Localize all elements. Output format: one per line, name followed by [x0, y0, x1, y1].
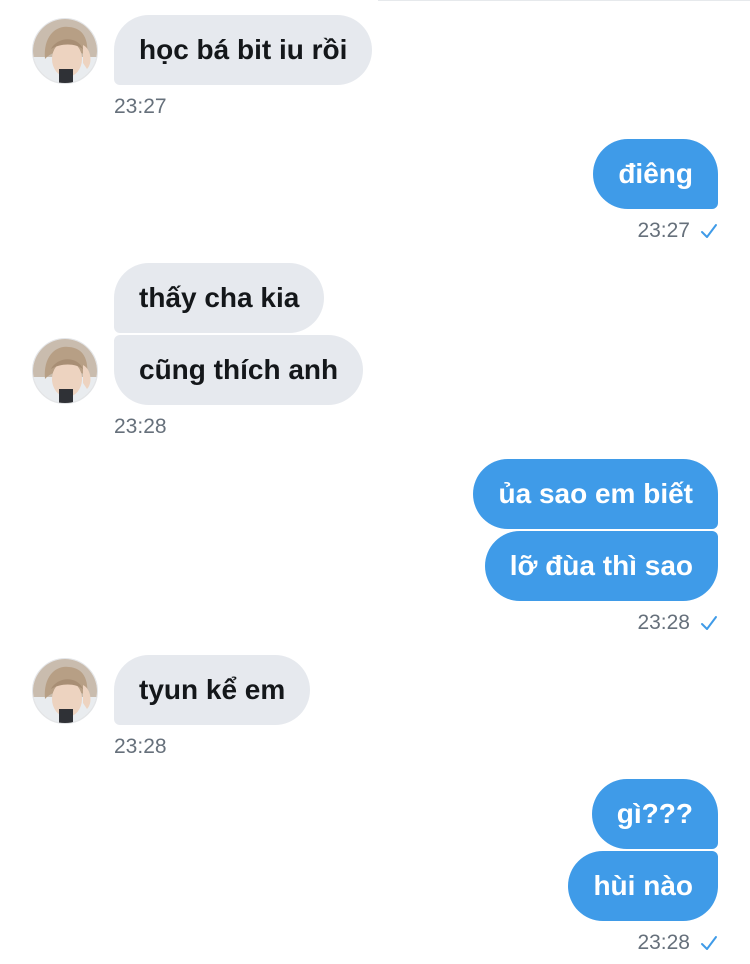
message-text: gì???: [616, 798, 693, 829]
message-timestamp: 23:28: [637, 931, 690, 954]
message-text: thấy cha kia: [139, 282, 300, 313]
message-status: 23:28: [637, 611, 718, 635]
contact-avatar[interactable]: [32, 658, 98, 724]
check-icon: [701, 616, 717, 630]
message-bubble-outgoing[interactable]: gì???: [591, 779, 718, 849]
message-text: điêng: [618, 158, 693, 189]
check-icon: [701, 224, 717, 238]
avatar-image: [33, 19, 97, 83]
message-bubble-incoming[interactable]: cũng thích anh: [114, 335, 364, 405]
message-text: tyun kể em: [139, 674, 286, 705]
message-timestamp: 23:28: [114, 415, 167, 438]
message-timestamp: 23:27: [637, 219, 690, 242]
message-bubble-outgoing[interactable]: hùi nào: [568, 851, 718, 921]
check-icon: [701, 936, 717, 950]
avatar-image: [33, 659, 97, 723]
message-text: ủa sao em biết: [498, 478, 693, 509]
message-timestamp: 23:27: [114, 95, 167, 118]
message-bubble-incoming[interactable]: học bá bit iu rồi: [114, 15, 373, 85]
avatar-image: [33, 339, 97, 403]
message-text: học bá bit iu rồi: [139, 34, 348, 65]
message-timestamp: 23:28: [637, 611, 690, 634]
contact-avatar[interactable]: [32, 338, 98, 404]
message-text: cũng thích anh: [139, 354, 339, 385]
message-text: hùi nào: [593, 870, 693, 901]
message-text: lỡ đùa thì sao: [509, 550, 693, 581]
message-bubble-outgoing[interactable]: điêng: [593, 139, 718, 209]
message-timestamp: 23:28: [114, 735, 167, 758]
contact-avatar[interactable]: [32, 18, 98, 84]
message-bubble-outgoing[interactable]: lỡ đùa thì sao: [484, 531, 718, 601]
message-status: 23:28: [637, 931, 718, 955]
top-divider: [378, 0, 750, 1]
message-bubble-outgoing[interactable]: ủa sao em biết: [473, 459, 718, 529]
message-bubble-incoming[interactable]: thấy cha kia: [114, 263, 325, 333]
message-bubble-incoming[interactable]: tyun kể em: [114, 655, 311, 725]
message-status: 23:27: [637, 219, 718, 243]
